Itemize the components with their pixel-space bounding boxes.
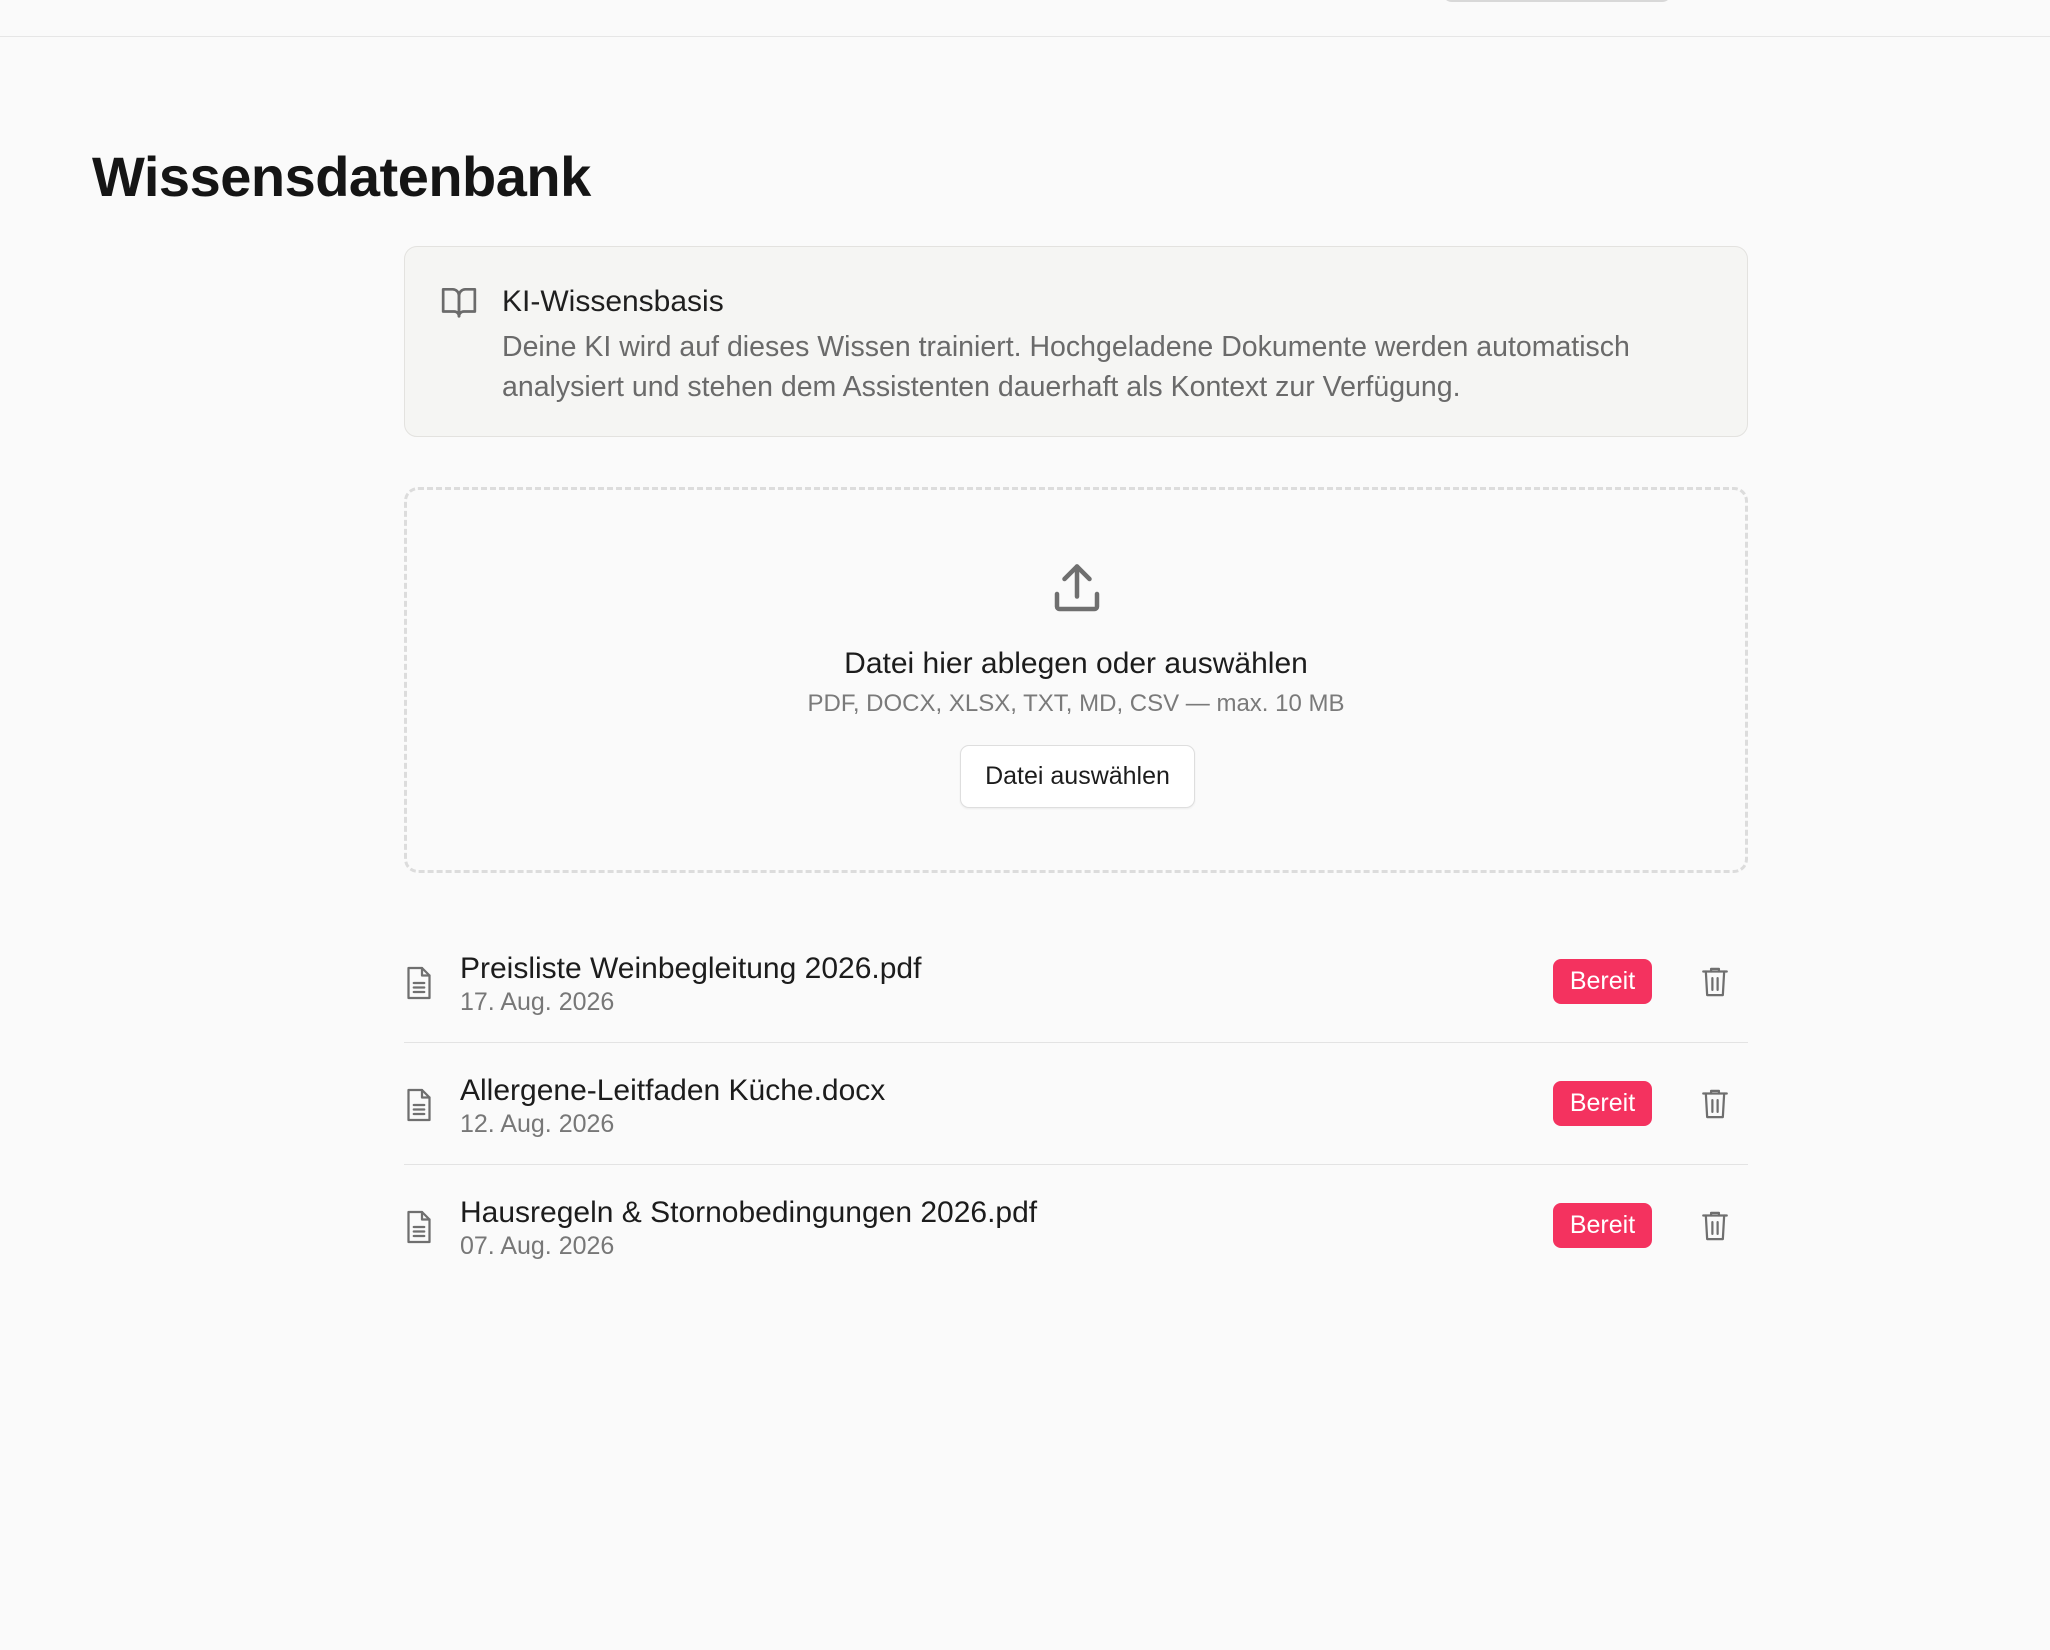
- delete-file-button[interactable]: [1694, 1085, 1736, 1125]
- file-text-icon: [404, 1209, 434, 1245]
- trash-icon: [1700, 1209, 1730, 1246]
- file-date: 07. Aug. 2026: [460, 1232, 615, 1260]
- dropzone-title: Datei hier ablegen oder auswählen: [844, 647, 1308, 680]
- delete-file-button[interactable]: [1694, 1207, 1736, 1247]
- file-row: Allergene-Leitfaden Küche.docx 12. Aug. …: [404, 1043, 1748, 1165]
- status-badge: Bereit: [1553, 1203, 1652, 1248]
- file-name: Preisliste Weinbegleitung 2026.pdf: [460, 952, 922, 985]
- file-date: 17. Aug. 2026: [460, 988, 615, 1016]
- trash-icon: [1700, 965, 1730, 1002]
- book-open-icon: [439, 283, 479, 321]
- choose-file-button[interactable]: Datei auswählen: [960, 745, 1195, 808]
- trash-icon: [1700, 1087, 1730, 1124]
- top-bar: [0, 0, 2050, 37]
- dropzone-formats: PDF, DOCX, XLSX, TXT, MD, CSV — max. 10 …: [807, 690, 1345, 717]
- status-badge: Bereit: [1553, 1081, 1652, 1126]
- file-text-icon: [404, 1087, 434, 1123]
- info-card-title: KI-Wissensbasis: [502, 285, 724, 318]
- info-card-description: Deine KI wird auf dieses Wissen trainier…: [502, 331, 1630, 403]
- top-bar-tab-edge: [1442, 0, 1672, 2]
- page-title: Wissensdatenbank: [92, 145, 591, 208]
- file-list: Preisliste Weinbegleitung 2026.pdf 17. A…: [404, 921, 1748, 1287]
- file-row: Preisliste Weinbegleitung 2026.pdf 17. A…: [404, 921, 1748, 1043]
- upload-icon: [1047, 559, 1107, 619]
- file-date: 12. Aug. 2026: [460, 1110, 615, 1138]
- status-badge: Bereit: [1553, 959, 1652, 1004]
- info-card: KI-Wissensbasis Deine KI wird auf dieses…: [404, 246, 1748, 437]
- file-dropzone[interactable]: Datei hier ablegen oder auswählen PDF, D…: [404, 487, 1748, 873]
- file-name: Allergene-Leitfaden Küche.docx: [460, 1074, 886, 1107]
- file-name: Hausregeln & Stornobedingungen 2026.pdf: [460, 1196, 1038, 1229]
- file-text-icon: [404, 965, 434, 1001]
- file-row: Hausregeln & Stornobedingungen 2026.pdf …: [404, 1165, 1748, 1287]
- delete-file-button[interactable]: [1694, 963, 1736, 1003]
